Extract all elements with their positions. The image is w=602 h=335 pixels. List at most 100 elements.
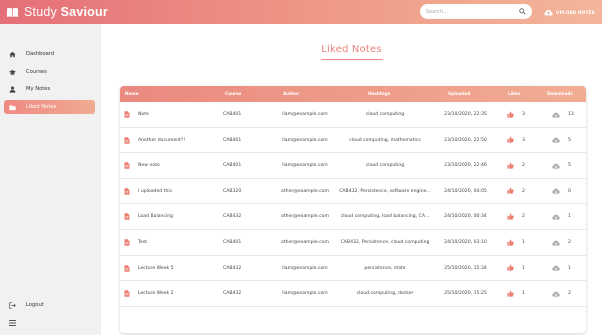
note-downloads: 1 xyxy=(568,265,571,271)
cloud-download-icon[interactable] xyxy=(552,240,560,246)
note-uploaded: 25/10/2020, 15:25 xyxy=(444,291,487,297)
document-icon xyxy=(124,290,130,297)
note-course: CAB432 xyxy=(223,265,242,271)
thumbs-up-icon[interactable] xyxy=(507,136,514,143)
note-hashtags: cloud computing, mathematics xyxy=(349,137,421,143)
book-icon xyxy=(7,7,18,17)
table-header: Name Course Author Hashtags Uploaded Lik… xyxy=(120,86,586,102)
logout-icon xyxy=(9,301,16,309)
top-bar: Study Saviour UPLOAD NOTES xyxy=(0,0,602,24)
note-name[interactable]: Load Balancing xyxy=(138,204,173,229)
thumbs-up-icon[interactable] xyxy=(507,290,514,297)
note-likes: 2 xyxy=(522,188,525,194)
note-name[interactable]: Another document?! xyxy=(138,128,185,153)
logout-button[interactable]: Logout xyxy=(4,298,95,312)
document-icon xyxy=(124,111,130,118)
brand[interactable]: Study Saviour xyxy=(6,3,108,21)
cloud-download-icon[interactable] xyxy=(552,112,560,118)
folder-icon xyxy=(9,104,16,110)
sidebar-item-label: Liked Notes xyxy=(26,104,57,110)
search-icon[interactable] xyxy=(519,8,526,15)
user-icon xyxy=(9,86,16,93)
sidebar-item-liked-notes[interactable]: Liked Notes xyxy=(4,100,95,114)
note-hashtags: cloud computing xyxy=(365,112,405,117)
app-title-light: Study xyxy=(24,5,61,19)
note-name[interactable]: Note xyxy=(138,102,149,127)
page-title: Liked Notes xyxy=(321,44,382,55)
cloud-download-icon[interactable] xyxy=(552,188,560,194)
note-name[interactable]: I uploaded this xyxy=(138,179,172,204)
graduation-cap-icon xyxy=(9,69,16,75)
note-downloads: 1 xyxy=(568,214,571,220)
thumbs-up-icon[interactable] xyxy=(507,213,514,220)
header-downloads[interactable]: Downloads xyxy=(547,86,573,102)
cloud-download-icon[interactable] xyxy=(552,265,560,271)
table-row[interactable]: New note CAB401 liam@example.com cloud comp… xyxy=(120,153,586,179)
search-bar[interactable] xyxy=(420,4,532,19)
note-name[interactable]: Lecture Week 5 xyxy=(138,256,174,281)
note-name[interactable]: Test xyxy=(138,230,147,255)
note-uploaded: 25/10/2020, 15:34 xyxy=(444,265,487,271)
cloud-download-icon[interactable] xyxy=(552,291,560,297)
sidebar: Dashboard Courses My Notes Liked Notes L… xyxy=(0,24,101,335)
liked-notes-table: Name Course Author Hashtags Uploaded Lik… xyxy=(120,86,586,333)
note-name[interactable]: New note xyxy=(138,153,160,178)
table-row[interactable]: Note CAB401 liam@example.com cloud computin… xyxy=(120,102,586,128)
main-content: Liked Notes Name Course Author Hashtags … xyxy=(101,24,602,335)
cloud-upload-icon xyxy=(544,9,553,15)
note-course: CAB432 xyxy=(223,214,242,220)
upload-notes-button[interactable]: UPLOAD NOTES xyxy=(544,7,595,17)
title-underline xyxy=(321,59,383,61)
thumbs-up-icon[interactable] xyxy=(507,187,514,194)
document-icon xyxy=(124,239,130,246)
note-downloads: 2 xyxy=(568,240,571,245)
note-uploaded: 24/10/2020, 00:34 xyxy=(444,214,487,220)
home-icon xyxy=(9,51,16,57)
note-likes: 1 xyxy=(522,265,525,271)
note-course: CAB432 xyxy=(223,291,242,297)
sidebar-item-label: Dashboard xyxy=(26,51,55,57)
document-icon xyxy=(124,213,130,221)
cloud-download-icon[interactable] xyxy=(552,214,560,220)
sidebar-item-my-notes[interactable]: My Notes xyxy=(4,82,95,96)
table-row[interactable]: Lecture Week 2 CAB432 liam@example.com clou… xyxy=(120,281,586,307)
table-row[interactable]: Lecture Week 5 CAB432 liam@example.com pers… xyxy=(120,256,586,282)
header-uploaded[interactable]: Uploaded xyxy=(448,86,470,102)
note-hashtags: cloud computing, load balancing, CA... xyxy=(340,214,430,220)
header-hashtags[interactable]: Hashtags xyxy=(368,86,390,102)
note-downloads: 0 xyxy=(568,188,571,194)
cloud-download-icon[interactable] xyxy=(552,163,560,169)
table-row[interactable]: Test CAB401 other@example.com CAB432, Persi… xyxy=(120,230,586,256)
note-course: CAB401 xyxy=(223,112,242,117)
table-row[interactable]: Load Balancing CAB432 other@example.com clo… xyxy=(120,204,586,230)
note-name[interactable]: Lecture Week 2 xyxy=(138,281,174,306)
sidebar-item-label: Courses xyxy=(26,69,47,75)
thumbs-up-icon[interactable] xyxy=(507,162,514,169)
note-likes: 2 xyxy=(522,214,525,220)
note-uploaded: 23/10/2020, 22:50 xyxy=(444,137,487,143)
document-icon xyxy=(124,188,130,195)
note-uploaded: 23/10/2020, 22:46 xyxy=(444,163,487,169)
sidebar-item-dashboard[interactable]: Dashboard xyxy=(4,47,95,61)
cloud-download-icon[interactable] xyxy=(552,137,560,143)
thumbs-up-icon[interactable] xyxy=(507,264,514,271)
note-course: CAB320 xyxy=(223,188,242,194)
table-row[interactable]: Another document?! CAB401 liam@example.com… xyxy=(120,128,586,154)
document-icon xyxy=(124,162,130,169)
header-likes[interactable]: Likes xyxy=(508,86,520,102)
document-icon xyxy=(124,264,130,272)
note-hashtags: cloud computing, docker xyxy=(356,291,414,297)
header-course[interactable]: Course xyxy=(225,86,241,102)
header-author[interactable]: Author xyxy=(283,86,299,102)
header-name[interactable]: Name xyxy=(125,86,139,102)
logout-label: Logout xyxy=(26,302,44,308)
thumbs-up-icon[interactable] xyxy=(507,239,514,246)
table-row[interactable]: I uploaded this CAB320 other@example.com CA… xyxy=(120,179,586,205)
thumbs-up-icon[interactable] xyxy=(507,111,514,118)
search-input[interactable] xyxy=(426,8,514,15)
sidebar-item-courses[interactable]: Courses xyxy=(4,65,95,79)
menu-icon[interactable] xyxy=(9,320,16,326)
sidebar-item-label: My Notes xyxy=(26,86,51,92)
note-hashtags: CAB432, Persistence, cloud computing xyxy=(340,240,430,245)
note-course: CAB401 xyxy=(223,137,242,143)
